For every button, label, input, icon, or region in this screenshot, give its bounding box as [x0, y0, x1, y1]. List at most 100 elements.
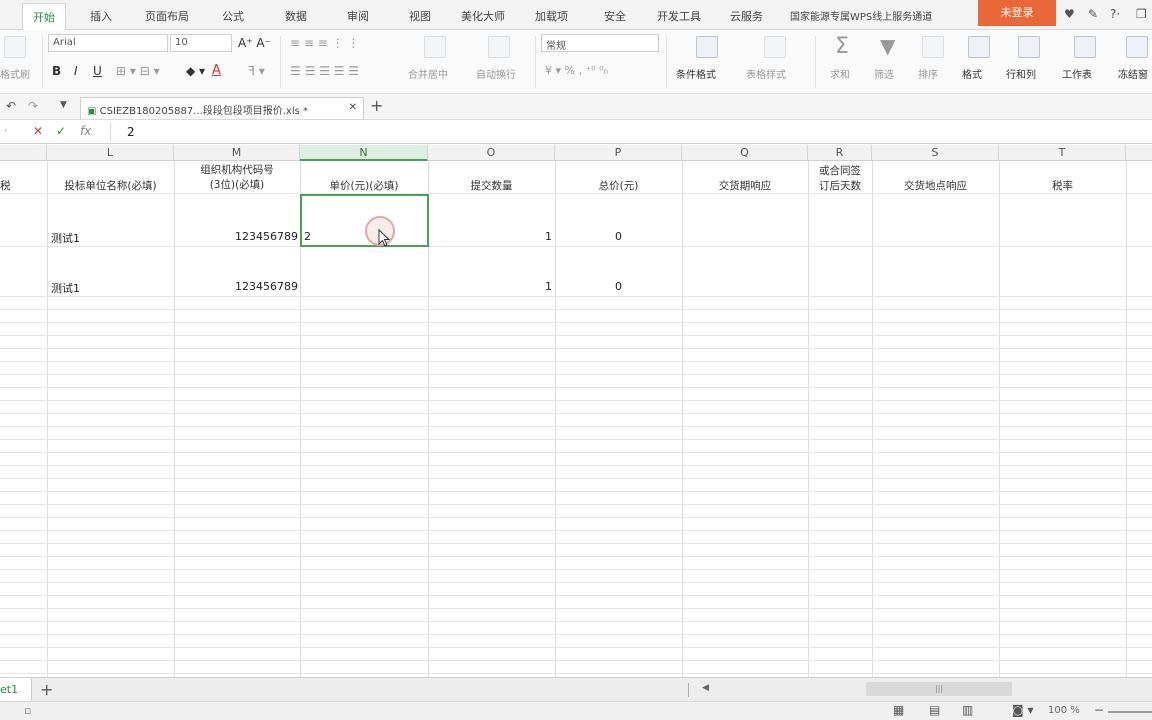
italic-icon[interactable]: I — [74, 64, 78, 78]
add-sheet-icon[interactable]: + — [40, 680, 53, 699]
menu-tab-beautify[interactable]: 美化大师 — [461, 8, 505, 24]
column-header-k[interactable] — [0, 145, 47, 161]
row-col-icon[interactable] — [1018, 36, 1040, 58]
horizontal-scrollbar-thumb[interactable]: ||| — [866, 682, 1012, 696]
underline-icon[interactable]: U — [93, 64, 102, 78]
cell-o-row2[interactable]: 1 — [428, 280, 552, 293]
cell-o-row1[interactable]: 1 — [428, 230, 552, 243]
feedback-icon[interactable]: ✎ — [1088, 7, 1098, 21]
quick-access-dropdown-icon[interactable]: ▼ — [60, 100, 67, 110]
fill-color-icon[interactable]: ◆ ▾ — [186, 64, 205, 78]
name-box[interactable]: · — [4, 124, 8, 137]
font-color-icon[interactable]: A — [212, 63, 221, 78]
reading-mode-icon[interactable]: ◙ ▾ — [1012, 703, 1033, 717]
header-cell-s[interactable]: 交货地点响应 — [872, 179, 999, 194]
freeze-label[interactable]: 冻结窗 — [1118, 66, 1148, 81]
align-left-icon[interactable]: ☰ ☰ ☰ ☰ ☰ — [290, 64, 359, 78]
confirm-formula-icon[interactable]: ✓ — [56, 124, 66, 138]
cell-m-row2[interactable]: 123456789 — [174, 280, 298, 293]
header-cell-l[interactable]: 投标单位名称(必填) — [47, 179, 174, 194]
sheet-grid[interactable]: 税 投标单位名称(必填) 组织机构代码号 (3位)(必填) 单价(元)(必填) … — [0, 161, 1152, 677]
column-header-q[interactable]: Q — [682, 145, 808, 161]
header-cell-n[interactable]: 单价(元)(必填) — [300, 179, 428, 194]
macro-icon[interactable]: ▫ — [24, 704, 31, 717]
currency-icon[interactable]: ¥ ▾ % ‚ ⁺⁰ ⁰₀ — [545, 64, 608, 77]
font-size-select[interactable]: 10 — [170, 34, 232, 52]
column-header-r[interactable]: R — [808, 145, 872, 161]
filter-icon[interactable]: ▼ — [880, 34, 895, 58]
align-top-icon[interactable]: ≡ ≡ ≡ ⋮ ⋮ — [290, 36, 359, 50]
zoom-slider[interactable] — [1108, 711, 1152, 713]
scroll-left-icon[interactable]: ◀ — [702, 683, 709, 693]
worksheet-icon[interactable] — [1074, 36, 1096, 58]
header-cell-r-line2[interactable]: 订后天数 — [808, 179, 872, 194]
menu-tab-page-layout[interactable]: 页面布局 — [145, 8, 189, 24]
column-header-m[interactable]: M — [174, 145, 300, 161]
wrap-text-icon[interactable] — [488, 36, 510, 58]
cell-l-row2[interactable]: 测试1 — [51, 280, 80, 296]
table-style-label[interactable]: 表格样式 — [746, 66, 786, 81]
menu-tab-formula[interactable]: 公式 — [222, 8, 244, 24]
border-icon[interactable]: ⊞ ▾ ⊟ ▾ — [116, 64, 160, 78]
zoom-out-icon[interactable]: − — [1094, 703, 1104, 717]
column-header-o[interactable]: O — [428, 145, 555, 161]
help-icon[interactable]: ?· — [1110, 7, 1120, 21]
new-tab-icon[interactable]: + — [370, 96, 383, 115]
redo-icon[interactable]: ↷ — [28, 99, 38, 113]
cell-m-row1[interactable]: 123456789 — [174, 230, 298, 243]
page-break-view-icon[interactable]: ▥ — [962, 703, 973, 717]
header-cell-k[interactable]: 税 — [0, 179, 12, 194]
menu-tab-view[interactable]: 视图 — [409, 8, 431, 24]
window-restore-icon[interactable]: ❐ — [1136, 7, 1147, 21]
header-cell-m-line2[interactable]: (3位)(必填) — [174, 178, 300, 193]
column-header-t[interactable]: T — [999, 145, 1126, 161]
active-cell-selection[interactable] — [300, 194, 429, 247]
column-header-n[interactable]: N — [300, 145, 428, 161]
number-format-select[interactable]: 常规 — [541, 34, 659, 52]
header-cell-r-line1[interactable]: 或合同签 — [808, 164, 872, 179]
sort-label[interactable]: 排序 — [918, 66, 938, 81]
formula-input[interactable]: 2 — [110, 122, 1150, 142]
column-header-p[interactable]: P — [555, 145, 682, 161]
menu-tab-developer[interactable]: 开发工具 — [657, 8, 701, 24]
conditional-format-label[interactable]: 条件格式 — [676, 66, 716, 81]
skin-icon[interactable]: ♥ — [1064, 7, 1075, 21]
cell-l-row1[interactable]: 测试1 — [51, 230, 80, 246]
insert-function-icon[interactable]: fx — [80, 124, 91, 138]
bold-icon[interactable]: B — [52, 64, 61, 78]
format-icon[interactable] — [968, 36, 990, 58]
header-cell-m-line1[interactable]: 组织机构代码号 — [174, 163, 300, 178]
header-cell-o[interactable]: 提交数量 — [428, 179, 555, 194]
menu-tab-insert[interactable]: 插入 — [90, 8, 112, 24]
sum-icon[interactable]: Σ — [835, 34, 849, 59]
sum-label[interactable]: 求和 — [830, 66, 850, 81]
sort-icon[interactable] — [922, 36, 944, 58]
format-painter-icon[interactable] — [4, 36, 26, 58]
cell-p-row2[interactable]: 0 — [555, 280, 682, 293]
column-header-u[interactable] — [1126, 145, 1152, 161]
page-layout-view-icon[interactable]: ▤ — [929, 703, 940, 717]
normal-view-icon[interactable]: ▦ — [893, 703, 904, 717]
conditional-format-icon[interactable] — [696, 36, 718, 58]
menu-tab-security[interactable]: 安全 — [604, 8, 626, 24]
document-tab[interactable]: ▣ CSIEZB180205887...段段包段项目报价.xls * ✕ — [80, 97, 364, 119]
freeze-icon[interactable] — [1126, 36, 1148, 58]
merge-center-icon[interactable] — [424, 36, 446, 58]
cell-p-row1[interactable]: 0 — [555, 230, 682, 243]
zoom-level[interactable]: 100 % — [1048, 705, 1080, 716]
column-header-s[interactable]: S — [872, 145, 999, 161]
login-button[interactable]: 未登录 — [978, 0, 1056, 26]
menu-tab-data[interactable]: 数据 — [285, 8, 307, 24]
increase-font-icon[interactable]: A⁺ A⁻ — [238, 36, 271, 50]
table-style-icon[interactable] — [764, 36, 786, 58]
header-cell-t[interactable]: 税率 — [999, 179, 1126, 194]
sheet-tab-active[interactable]: et1 — [0, 678, 32, 701]
format-label[interactable]: 格式 — [962, 66, 982, 81]
cancel-formula-icon[interactable]: ✕ — [33, 124, 43, 138]
merge-center-label[interactable]: 合并居中 — [408, 66, 448, 81]
menu-tab-cloud[interactable]: 云服务 — [730, 8, 763, 24]
header-cell-p[interactable]: 总价(元) — [555, 179, 682, 194]
row-col-label[interactable]: 行和列 — [1006, 66, 1036, 81]
column-header-l[interactable]: L — [47, 145, 174, 161]
menu-tab-addins[interactable]: 加载项 — [535, 8, 568, 24]
